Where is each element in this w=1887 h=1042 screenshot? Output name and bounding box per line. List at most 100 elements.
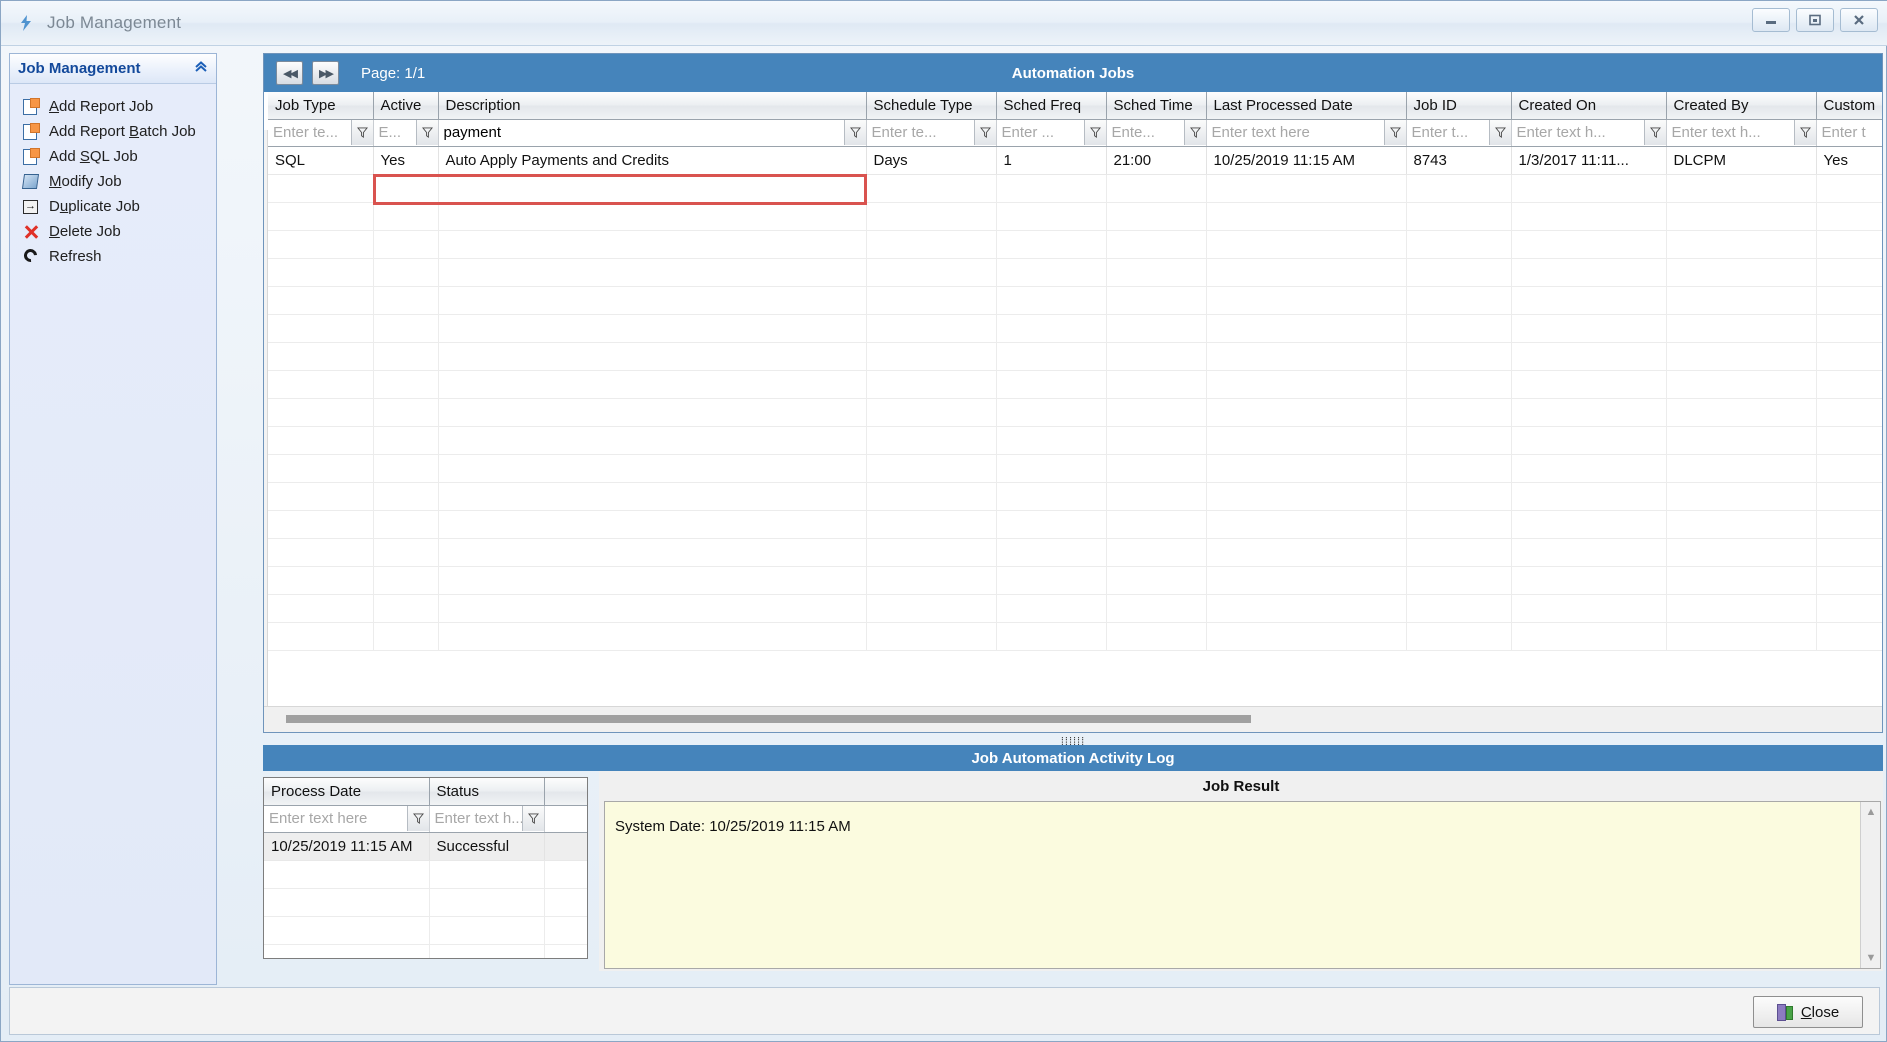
filter-cell[interactable] [544, 805, 587, 833]
filter-button[interactable] [843, 120, 866, 145]
job-result-vertical-scrollbar[interactable]: ▲ ▼ [1860, 802, 1880, 968]
filter-cell[interactable]: Enter te... [866, 119, 997, 147]
column-header[interactable]: Sched Freq [996, 92, 1107, 120]
job-result-title: Job Result [599, 771, 1883, 801]
filter-button[interactable] [415, 120, 438, 145]
column-header[interactable]: Custom [1816, 92, 1882, 120]
sidebar-menu: Add Report Job Add Report Batch Job Add … [10, 84, 216, 984]
filter-cell[interactable]: Enter text h... [1666, 119, 1817, 147]
scroll-down-icon[interactable]: ▼ [1861, 949, 1881, 967]
filter-button[interactable] [1793, 120, 1816, 145]
table-cell[interactable]: Yes [373, 146, 439, 175]
table-cell[interactable]: SQL [268, 146, 374, 175]
filter-input[interactable]: Enter te... [268, 124, 351, 141]
filter-cell[interactable]: Enter text here [264, 805, 430, 833]
activity-log-table: Process Date Status Enter text here Enter … [264, 778, 587, 958]
close-window-button[interactable] [1840, 8, 1878, 32]
filter-cell[interactable]: Enter t [1816, 119, 1883, 147]
filter-input[interactable]: E... [374, 124, 416, 141]
filter-button[interactable] [406, 806, 429, 831]
filter-input[interactable]: Ente... [1107, 124, 1184, 141]
filter-button[interactable] [1488, 120, 1511, 145]
column-header[interactable]: Active [373, 92, 439, 120]
horizontal-scrollbar[interactable] [264, 706, 1882, 732]
filter-funnel-icon [1494, 127, 1506, 138]
table-cell[interactable]: 21:00 [1106, 146, 1207, 175]
filter-input[interactable]: payment [439, 124, 844, 141]
filter-input[interactable]: Enter text h... [1667, 124, 1794, 141]
sidebar-item-duplicate-job[interactable]: → Duplicate Job [10, 194, 216, 219]
table-cell[interactable]: Successful [429, 832, 545, 861]
filter-cell[interactable]: Enter te... [268, 119, 374, 147]
first-page-button[interactable]: ◀◀ [276, 61, 303, 85]
column-header[interactable]: Last Processed Date [1206, 92, 1407, 120]
column-header[interactable]: Job ID [1406, 92, 1512, 120]
sidebar-item-add-sql-job[interactable]: Add SQL Job [10, 144, 216, 169]
column-header[interactable]: Job Type [268, 92, 374, 120]
chevron-up-icon[interactable] [194, 60, 208, 77]
filter-button[interactable] [973, 120, 996, 145]
filter-funnel-icon [421, 127, 433, 138]
sidebar-item-refresh[interactable]: Refresh [10, 244, 216, 269]
table-cell[interactable]: 8743 [1406, 146, 1512, 175]
maximize-button[interactable] [1796, 8, 1834, 32]
filter-cell[interactable]: E... [373, 119, 439, 147]
next-page-button[interactable]: ▶▶ [312, 61, 339, 85]
table-cell[interactable]: Days [866, 146, 997, 175]
filter-cell[interactable]: Enter text here [1206, 119, 1407, 147]
table-cell[interactable]: 10/25/2019 11:15 AM [1206, 146, 1407, 175]
filter-input[interactable]: Enter text h... [430, 810, 522, 827]
minimize-button[interactable] [1752, 8, 1790, 32]
filter-button[interactable] [1383, 120, 1406, 145]
column-header[interactable]: Created By [1666, 92, 1817, 120]
table-cell[interactable]: Yes [1816, 146, 1882, 175]
filter-input[interactable]: Enter ... [997, 124, 1084, 141]
filter-cell[interactable]: Enter text h... [1511, 119, 1667, 147]
filter-cell[interactable]: Ente... [1106, 119, 1207, 147]
panel-title: Automation Jobs [1011, 64, 1135, 82]
filter-input[interactable]: Enter text here [1207, 124, 1384, 141]
sidebar-item-delete-job[interactable]: Delete Job [10, 219, 216, 244]
filter-input[interactable]: Enter te... [867, 124, 974, 141]
sidebar-item-modify-job[interactable]: Modify Job [10, 169, 216, 194]
table-cell[interactable]: 10/25/2019 11:15 AM [264, 832, 430, 861]
activity-log-title: Job Automation Activity Log [971, 749, 1175, 767]
horizontal-scrollbar-thumb[interactable] [286, 715, 1251, 723]
filter-button[interactable] [1083, 120, 1106, 145]
filter-input[interactable]: Enter text here [264, 810, 407, 827]
filter-cell[interactable]: Enter t... [1406, 119, 1512, 147]
table-cell[interactable]: 1/3/2017 11:11... [1511, 146, 1667, 175]
filter-input[interactable]: Enter t... [1407, 124, 1489, 141]
table-cell[interactable] [544, 832, 587, 861]
column-header[interactable]: Status [429, 778, 545, 806]
close-button[interactable]: Close [1753, 996, 1863, 1028]
filter-input[interactable]: Enter t [1817, 124, 1883, 141]
filter-button[interactable] [350, 120, 373, 145]
filter-button[interactable] [1183, 120, 1206, 145]
column-header[interactable]: Description [438, 92, 867, 120]
table-cell[interactable]: DLCPM [1666, 146, 1817, 175]
new-document-icon [22, 147, 40, 166]
job-automation-activity-log-panel: Job Automation Activity Log Process Date… [263, 745, 1883, 977]
table-row[interactable]: 10/25/2019 11:15 AM Successful [264, 832, 587, 861]
sidebar-item-add-report-job[interactable]: Add Report Job [10, 94, 216, 119]
filter-cell[interactable]: payment [438, 119, 867, 147]
column-header[interactable]: Schedule Type [866, 92, 997, 120]
filter-button[interactable] [521, 806, 544, 831]
table-cell[interactable]: Auto Apply Payments and Credits [438, 146, 867, 175]
sidebar-item-label: Add Report Job [49, 98, 154, 115]
scroll-up-icon[interactable]: ▲ [1861, 803, 1881, 821]
table-row-empty [268, 398, 1882, 427]
column-header[interactable]: Created On [1511, 92, 1667, 120]
table-cell[interactable]: 1 [996, 146, 1107, 175]
sidebar-item-add-report-batch-job[interactable]: Add Report Batch Job [10, 119, 216, 144]
column-header[interactable]: Sched Time [1106, 92, 1207, 120]
table-row[interactable]: SQL Yes Auto Apply Payments and Credits Day… [268, 146, 1882, 175]
filter-cell[interactable]: Enter text h... [429, 805, 545, 833]
table-row-empty [268, 622, 1882, 651]
filter-button[interactable] [1643, 120, 1666, 145]
column-header[interactable]: Process Date [264, 778, 430, 806]
filter-input[interactable]: Enter text h... [1512, 124, 1644, 141]
filter-cell[interactable]: Enter ... [996, 119, 1107, 147]
column-header[interactable] [544, 778, 587, 806]
